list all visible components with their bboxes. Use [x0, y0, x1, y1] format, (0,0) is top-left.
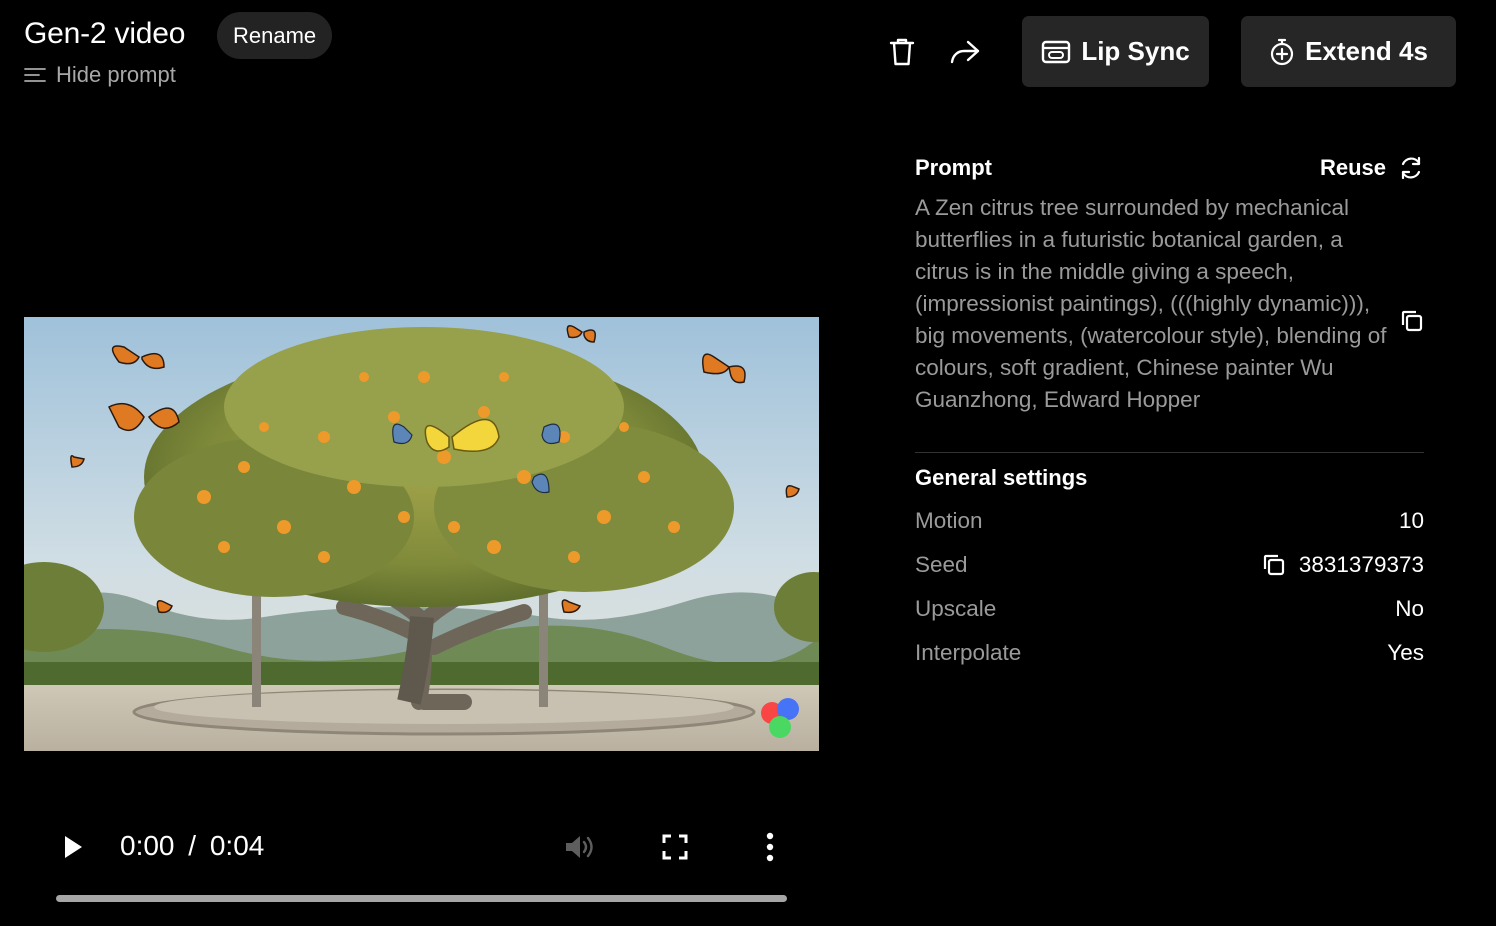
general-settings-title: General settings	[915, 465, 1088, 490]
copy-prompt-button[interactable]	[1399, 308, 1425, 339]
setting-value: Yes	[1387, 640, 1424, 665]
setting-value: 3831379373	[1298, 552, 1424, 577]
play-button[interactable]	[58, 832, 88, 862]
reuse-button[interactable]: Reuse	[1320, 155, 1424, 181]
refresh-icon	[1401, 156, 1421, 180]
extend-label: Extend 4s	[1305, 36, 1428, 66]
setting-row-seed: Seed 3831379373	[915, 552, 1424, 578]
setting-row-upscale: Upscale No	[915, 596, 1424, 622]
lip-sync-icon	[1042, 40, 1071, 63]
fullscreen-icon	[662, 834, 688, 860]
copy-seed-icon[interactable]	[1261, 552, 1287, 578]
lip-sync-label: Lip Sync	[1081, 36, 1190, 66]
prompt-header: Prompt Reuse	[915, 150, 1424, 186]
time-display: 0:00 / 0:04	[120, 830, 264, 862]
extend-button[interactable]: Extend 4s	[1241, 16, 1456, 87]
setting-row-motion: Motion 10	[915, 508, 1424, 534]
divider	[915, 452, 1424, 453]
volume-icon	[566, 836, 593, 858]
reuse-label: Reuse	[1319, 155, 1386, 180]
player-controls: 0:00 / 0:04	[24, 810, 819, 910]
page-title: Gen-2 video	[24, 17, 186, 50]
more-vertical-icon	[766, 832, 774, 862]
mute-button[interactable]	[562, 832, 596, 862]
duration: 0:04	[209, 830, 265, 861]
share-arrow-icon	[950, 40, 980, 64]
play-icon	[65, 836, 82, 858]
setting-key: Upscale	[915, 596, 997, 621]
setting-value: No	[1395, 596, 1424, 621]
setting-key: Seed	[915, 552, 968, 577]
prompt-text: A Zen citrus tree surrounded by mechanic…	[915, 195, 1387, 412]
prompt-label: Prompt	[915, 155, 992, 180]
hide-prompt-toggle[interactable]: Hide prompt	[24, 62, 176, 88]
progress-bar[interactable]	[56, 895, 787, 902]
time-separator: /	[188, 830, 197, 861]
video-frame-image	[24, 317, 819, 751]
delete-button[interactable]	[884, 34, 920, 70]
setting-key: Motion	[915, 508, 983, 533]
trash-icon	[889, 38, 915, 66]
setting-key: Interpolate	[915, 640, 1022, 665]
hide-prompt-label: Hide prompt	[56, 62, 176, 87]
seed-value-group: 3831379373	[1261, 552, 1424, 578]
rename-button[interactable]: Rename	[217, 12, 333, 59]
video-player[interactable]	[24, 317, 819, 751]
setting-row-interpolate: Interpolate Yes	[915, 640, 1424, 666]
current-time: 0:00	[120, 830, 175, 861]
menu-lines-icon	[24, 68, 46, 82]
share-button[interactable]	[946, 34, 984, 70]
setting-value: 10	[1398, 508, 1424, 533]
more-options-button[interactable]	[758, 830, 782, 864]
fullscreen-button[interactable]	[660, 832, 690, 862]
lip-sync-button[interactable]: Lip Sync	[1022, 16, 1209, 87]
copy-icon	[1401, 310, 1423, 332]
timer-plus-icon	[1270, 38, 1294, 65]
details-panel: Prompt Reuse A Zen citrus tree surrounde…	[915, 150, 1424, 416]
